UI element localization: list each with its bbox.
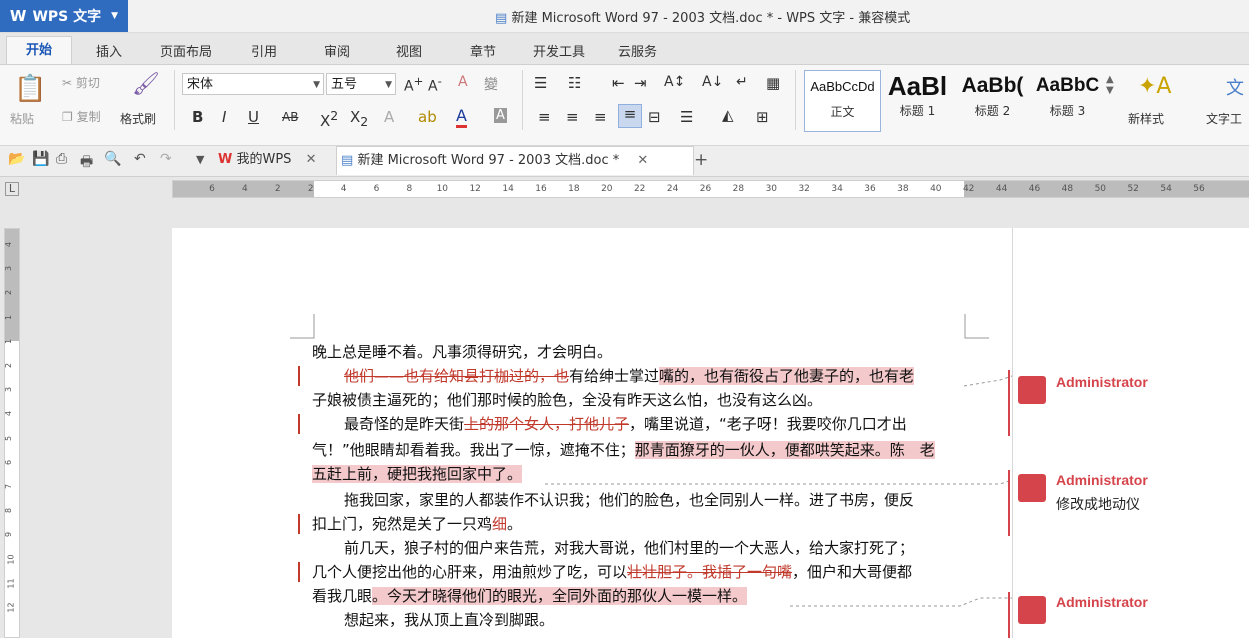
- user-avatar-icon: [1018, 596, 1046, 624]
- user-avatar-icon: [1018, 474, 1046, 502]
- comment-connectors: [545, 375, 1013, 607]
- comment-author: Administrator: [1056, 374, 1148, 390]
- comment-bar: [1008, 470, 1010, 536]
- user-avatar-icon: [1018, 376, 1046, 404]
- comment-bar: [1008, 592, 1010, 638]
- comment-author: Administrator: [1056, 594, 1148, 610]
- comment-author: Administrator: [1056, 472, 1148, 488]
- comment-text: 修改成地动仪: [1056, 497, 1140, 513]
- comment-bar: [1008, 370, 1010, 436]
